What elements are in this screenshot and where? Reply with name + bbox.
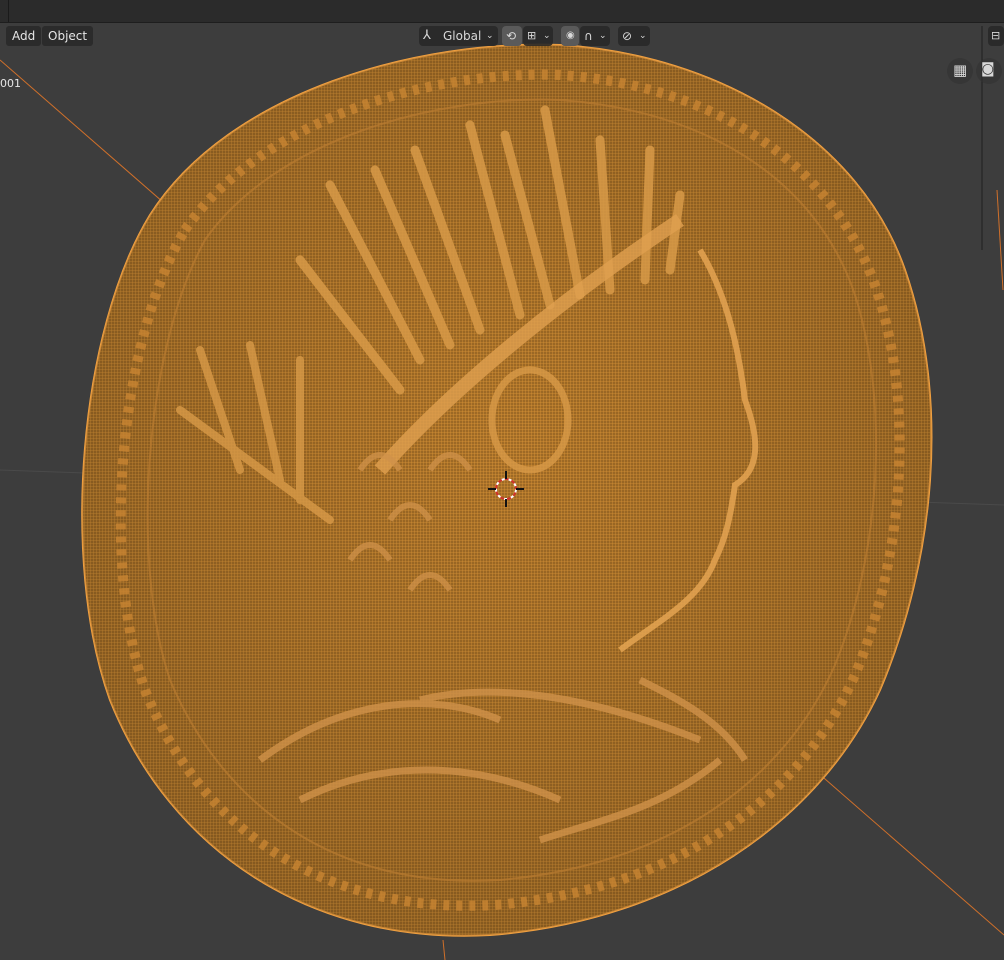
coin-mesh[interactable] (81, 43, 933, 937)
orientation-axes-icon: ⅄ (423, 28, 431, 43)
chevron-down-icon: ⌄ (543, 31, 551, 41)
link-overlay-icon: ⊘ (622, 29, 633, 43)
transform-orientation-dropdown[interactable]: ⅄ Global ⌄ (419, 26, 498, 46)
proportional-edit-icon: ◉ (566, 30, 575, 41)
add-menu[interactable]: Add (6, 26, 42, 46)
editor-type-button[interactable]: ⊟ (988, 26, 1004, 46)
window-icon: ⊟ (991, 29, 1001, 42)
snap-increment-icon: ⊞ (527, 29, 537, 42)
snap-target-dropdown[interactable]: ⊞ ⌄ (523, 26, 553, 46)
overlay-dropdown[interactable]: ⊘ ⌄ (618, 26, 650, 46)
chevron-down-icon: ⌄ (486, 31, 494, 41)
falloff-curve-icon: ∩ (584, 29, 593, 43)
viewport-header: Add Object ⅄ Global ⌄ ⟲ ⊞ ⌄ ◉ ∩ ⌄ ⊘ ⌄ ⊟ (0, 24, 1004, 48)
chevron-down-icon: ⌄ (599, 31, 607, 41)
orientation-label: Global (443, 29, 482, 43)
camera-view-icon: ◙ (981, 61, 995, 77)
chevron-down-icon: ⌄ (639, 31, 647, 41)
proportional-edit-toggle[interactable]: ◉ (561, 26, 579, 46)
magnet-snap-icon: ⟲ (506, 29, 517, 43)
falloff-dropdown[interactable]: ∩ ⌄ (580, 26, 610, 46)
camera-view-button[interactable]: ◙ (976, 58, 1002, 84)
object-name-label: 001 (0, 77, 21, 90)
scene-canvas[interactable] (0, 0, 1004, 960)
grid-view-icon: ▦ (953, 61, 968, 79)
object-menu[interactable]: Object (42, 26, 94, 46)
toggle-grid-view-button[interactable]: ▦ (947, 58, 973, 84)
snap-toggle[interactable]: ⟲ (502, 26, 522, 46)
